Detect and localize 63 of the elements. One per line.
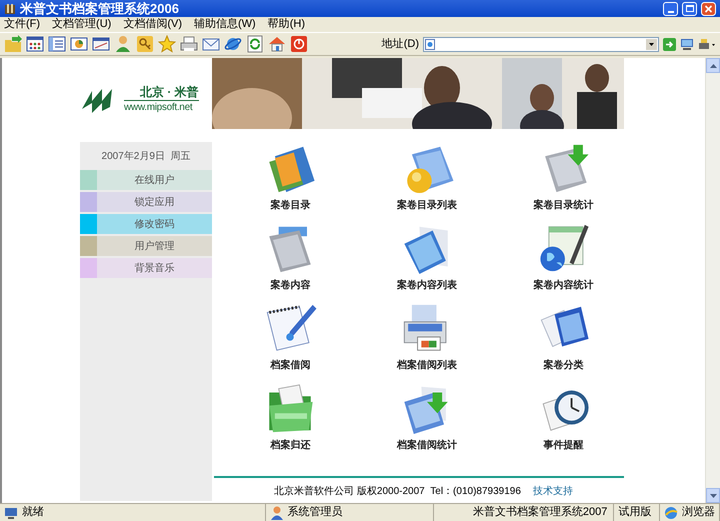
module-label[interactable]: 案卷内容列表	[396, 278, 457, 293]
address-label: 地址(D)	[382, 36, 419, 52]
printer-icon[interactable]	[180, 35, 198, 53]
list-view-icon[interactable]	[48, 35, 66, 53]
user-icon[interactable]	[114, 35, 132, 53]
module-label[interactable]: 档案借阅	[270, 358, 310, 373]
home-icon[interactable]	[268, 35, 286, 53]
page-icon	[425, 38, 435, 50]
logo-title: 北京 · 米普	[124, 84, 199, 100]
module-label[interactable]: 案卷目录	[270, 198, 310, 213]
menu-item[interactable]: 帮助(H)	[268, 16, 305, 33]
address-field[interactable]	[423, 36, 659, 52]
computer-icon	[4, 506, 18, 520]
footer-text: 北京米普软件公司 版权2000-2007 Tel：(010)87939196	[274, 484, 521, 499]
app-icon	[4, 2, 16, 14]
minimize-button[interactable]	[663, 2, 678, 16]
module-label[interactable]: 档案归还	[270, 438, 310, 453]
go-icon[interactable]	[663, 38, 676, 50]
user-icon	[270, 506, 284, 520]
scroll-up-button[interactable]	[706, 58, 720, 73]
sidebar-item[interactable]: 修改密码	[97, 214, 212, 234]
status-text: 系统管理员	[288, 504, 343, 520]
module-label[interactable]: 案卷内容统计	[534, 278, 594, 293]
module-label[interactable]: 案卷分类	[544, 358, 584, 373]
menu-item[interactable]: 文件(F)	[4, 16, 40, 33]
status-text: 就绪	[22, 505, 44, 520]
module-label[interactable]: 档案借阅统计	[396, 438, 457, 453]
power-icon[interactable]	[290, 35, 308, 53]
star-icon[interactable]	[158, 35, 176, 53]
logo-url: www.mipsoft.net	[124, 100, 194, 114]
down-arrow-icon	[710, 494, 716, 498]
menu-item[interactable]: 辅助信息(W)	[194, 16, 256, 33]
status-text: 米普文书档案管理系统2007	[472, 504, 608, 520]
menu-item[interactable]: 文档管理(U)	[52, 16, 112, 33]
grid-view-icon[interactable]	[26, 35, 44, 53]
chart-window-icon[interactable]	[70, 35, 88, 53]
sidebar-item[interactable]: 锁定应用	[97, 192, 212, 212]
window-icon[interactable]	[92, 35, 110, 53]
browser-icon	[664, 506, 678, 520]
sidebar-item[interactable]: 背景音乐	[97, 258, 212, 278]
status-text: 浏览器	[682, 504, 715, 520]
module-label[interactable]: 案卷内容	[270, 278, 310, 293]
maximize-button[interactable]	[682, 2, 697, 16]
module-label[interactable]: 案卷目录统计	[534, 198, 594, 213]
computer-icon[interactable]	[680, 38, 694, 50]
printer-icon[interactable]	[698, 38, 716, 50]
status-text: 试用版	[618, 505, 652, 520]
close-button[interactable]	[701, 2, 716, 16]
date-label: 2007年2月9日 周五	[102, 150, 190, 164]
refresh-icon[interactable]	[246, 35, 264, 53]
sidebar-item[interactable]: 用户管理	[97, 236, 212, 256]
module-label[interactable]: 事件提醒	[544, 438, 584, 453]
scrollbar[interactable]	[705, 58, 720, 503]
browser-icon[interactable]	[224, 35, 242, 53]
key-icon[interactable]	[136, 35, 154, 53]
module-label[interactable]: 档案借阅列表	[396, 358, 457, 373]
module-label[interactable]: 案卷目录列表	[396, 198, 457, 213]
support-link[interactable]: 技术支持	[532, 484, 573, 499]
window-title: 米普文书档案管理系统2006	[20, 0, 180, 18]
scroll-down-button[interactable]	[706, 488, 720, 503]
sidebar-item[interactable]: 在线用户	[97, 170, 212, 190]
up-arrow-icon	[710, 64, 716, 68]
menu-item[interactable]: 文档借阅(V)	[123, 16, 182, 33]
